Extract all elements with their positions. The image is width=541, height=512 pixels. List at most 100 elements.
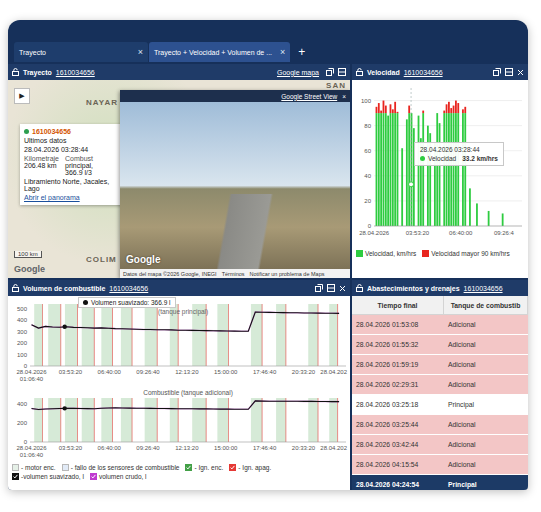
footer-link[interactable]: Datos del mapa ©2026 Google, INEGI xyxy=(123,271,217,277)
table-row[interactable]: 28.04.2026 04:24:54Principal xyxy=(352,475,528,490)
legend-item[interactable]: - motor enc. xyxy=(12,464,56,471)
unit-link[interactable]: 1610034656 xyxy=(109,285,148,292)
legend-checkbox[interactable] xyxy=(229,464,236,471)
footer-link[interactable]: Términos xyxy=(222,271,245,277)
speed-bar[interactable] xyxy=(476,203,478,226)
speed-bar[interactable] xyxy=(462,109,464,226)
fuel-chart[interactable]: 500400300200100028.04.202601:06:4003:53:… xyxy=(8,296,350,462)
map-source-link[interactable]: Google mapa xyxy=(277,69,319,76)
new-tab-button[interactable]: + xyxy=(291,42,312,62)
open-panorama-link[interactable]: Abrir el panorama xyxy=(24,194,118,201)
legend-item[interactable]: volumen crudo, l xyxy=(90,473,147,480)
ignition-band xyxy=(170,398,178,442)
speed-bar[interactable] xyxy=(397,112,399,226)
legend-item[interactable]: -volumen suavizado, l xyxy=(12,473,84,480)
speed-bar[interactable] xyxy=(408,106,410,226)
time-cell: 28.04.2026 01:59:19 xyxy=(352,355,444,374)
lock-icon[interactable] xyxy=(356,284,363,292)
street-view-close-button[interactable]: × xyxy=(342,93,346,100)
table-row[interactable]: 28.04.2026 01:55:32Adicional xyxy=(352,335,528,355)
speed-bar[interactable] xyxy=(387,116,389,226)
svg-text:500: 500 xyxy=(17,306,28,312)
table-row[interactable]: 28.04.2026 03:25:44Adicional xyxy=(352,415,528,435)
table-row[interactable]: 28.04.2026 01:53:08Adicional xyxy=(352,315,528,335)
tab-close-button[interactable]: × xyxy=(138,47,143,57)
table-row[interactable]: 28.04.2026 03:42:44Adicional xyxy=(352,435,528,455)
legend-item[interactable]: - Ign. apag. xyxy=(229,464,271,471)
speed-bar[interactable] xyxy=(502,213,504,226)
column-header[interactable]: Tiempo final xyxy=(352,296,444,314)
time-cell: 28.04.2026 03:42:44 xyxy=(352,435,444,454)
street-view[interactable]: Google Street View × Google Datos del mapa … xyxy=(120,90,350,278)
ignition-off-mark xyxy=(60,304,61,366)
legend-item[interactable]: - fallo de los sensores de combustible xyxy=(62,464,180,471)
speed-bar[interactable] xyxy=(378,103,380,226)
legend-item[interactable]: Velocidad mayor 90 km/hrs xyxy=(422,250,509,257)
legend-checkbox[interactable] xyxy=(62,464,69,471)
tab[interactable]: Trayecto× xyxy=(14,42,148,62)
restore-icon[interactable] xyxy=(493,68,501,76)
speed-bar[interactable] xyxy=(439,123,441,226)
map[interactable]: NAYARSANCOLIM▶1610034656Ultimos datos28.… xyxy=(8,80,350,278)
close-icon[interactable] xyxy=(517,69,524,76)
legend-checkbox[interactable] xyxy=(12,473,19,480)
split-icon[interactable] xyxy=(505,68,513,76)
speed-bar[interactable] xyxy=(406,119,408,226)
play-button[interactable]: ▶ xyxy=(14,88,30,104)
table-row[interactable]: 28.04.2026 03:25:18Principal xyxy=(352,395,528,415)
street-view-link[interactable]: Google Street View xyxy=(281,93,337,100)
tab[interactable]: Trayecto + Velocidad + Volumen de ...× xyxy=(149,42,290,62)
unit-link[interactable]: 1610034656 xyxy=(464,285,503,292)
x-tick: 03:53:20 xyxy=(59,445,83,451)
lock-icon[interactable] xyxy=(356,68,363,76)
speed-bar[interactable] xyxy=(394,102,396,226)
table-row[interactable]: 28.04.2026 02:29:31Adicional xyxy=(352,375,528,395)
lock-icon[interactable] xyxy=(12,68,19,76)
fuel-subchart[interactable]: 500400300200100028.04.202601:06:4003:53:… xyxy=(17,304,348,382)
restore-icon[interactable] xyxy=(326,68,334,76)
legend-checkbox[interactable] xyxy=(90,473,97,480)
lock-icon[interactable] xyxy=(12,284,19,292)
speed-bar[interactable] xyxy=(385,106,387,226)
legend-checkbox[interactable] xyxy=(185,464,192,471)
street-view-photo[interactable]: Google xyxy=(120,102,350,269)
speed-bar[interactable] xyxy=(383,101,385,226)
speed-bar[interactable] xyxy=(469,188,471,226)
legend-item[interactable]: Velocidad, km/hrs xyxy=(356,250,416,257)
speed-bar[interactable] xyxy=(418,116,420,226)
speed-bar[interactable] xyxy=(390,104,392,226)
legend-item[interactable]: - Ign. enc. xyxy=(185,464,223,471)
speed-bar[interactable] xyxy=(392,109,394,226)
footer-link[interactable]: Notificar un problema de Maps xyxy=(250,271,325,277)
speed-bar[interactable] xyxy=(422,111,424,226)
time-cell: 28.04.2026 01:53:08 xyxy=(352,315,444,334)
split-icon[interactable] xyxy=(327,284,335,292)
ignition-off-mark xyxy=(262,304,263,366)
svg-text:09:26:4: 09:26:4 xyxy=(494,230,515,236)
speed-bar[interactable] xyxy=(464,107,466,226)
split-icon[interactable] xyxy=(338,68,346,76)
unit-link[interactable]: 1610034656 xyxy=(404,69,443,76)
speed-bar[interactable] xyxy=(443,111,445,226)
legend-checkbox[interactable] xyxy=(12,464,19,471)
column-header[interactable]: Tanque de combustib xyxy=(444,296,528,314)
speed-bar[interactable] xyxy=(401,148,403,226)
info-time: 28.04.2026 03:28:44 xyxy=(24,146,118,153)
x-tick: 09:26:4 xyxy=(494,230,515,236)
table-row[interactable]: 28.04.2026 04:15:54Adicional xyxy=(352,455,528,475)
fuel-subchart[interactable]: 4002000Combustible (tanque adicional)28.… xyxy=(17,389,348,458)
speed-bar[interactable] xyxy=(488,211,490,226)
ignition-off-mark xyxy=(132,304,133,366)
speed-bar[interactable] xyxy=(380,111,382,226)
speed-bar[interactable] xyxy=(376,107,378,226)
close-icon[interactable] xyxy=(339,285,346,292)
tank-cell: Adicional xyxy=(444,335,528,354)
unit-link[interactable]: 1610034656 xyxy=(56,69,95,76)
x-tick: 12:13:20 xyxy=(175,445,199,451)
restore-icon[interactable] xyxy=(315,284,323,292)
tab-close-button[interactable]: × xyxy=(280,47,285,57)
speed-bar[interactable] xyxy=(427,126,429,226)
speed-bar[interactable] xyxy=(436,113,438,226)
table-row[interactable]: 28.04.2026 01:59:19Adicional xyxy=(352,355,528,375)
speed-bar[interactable] xyxy=(450,108,452,226)
